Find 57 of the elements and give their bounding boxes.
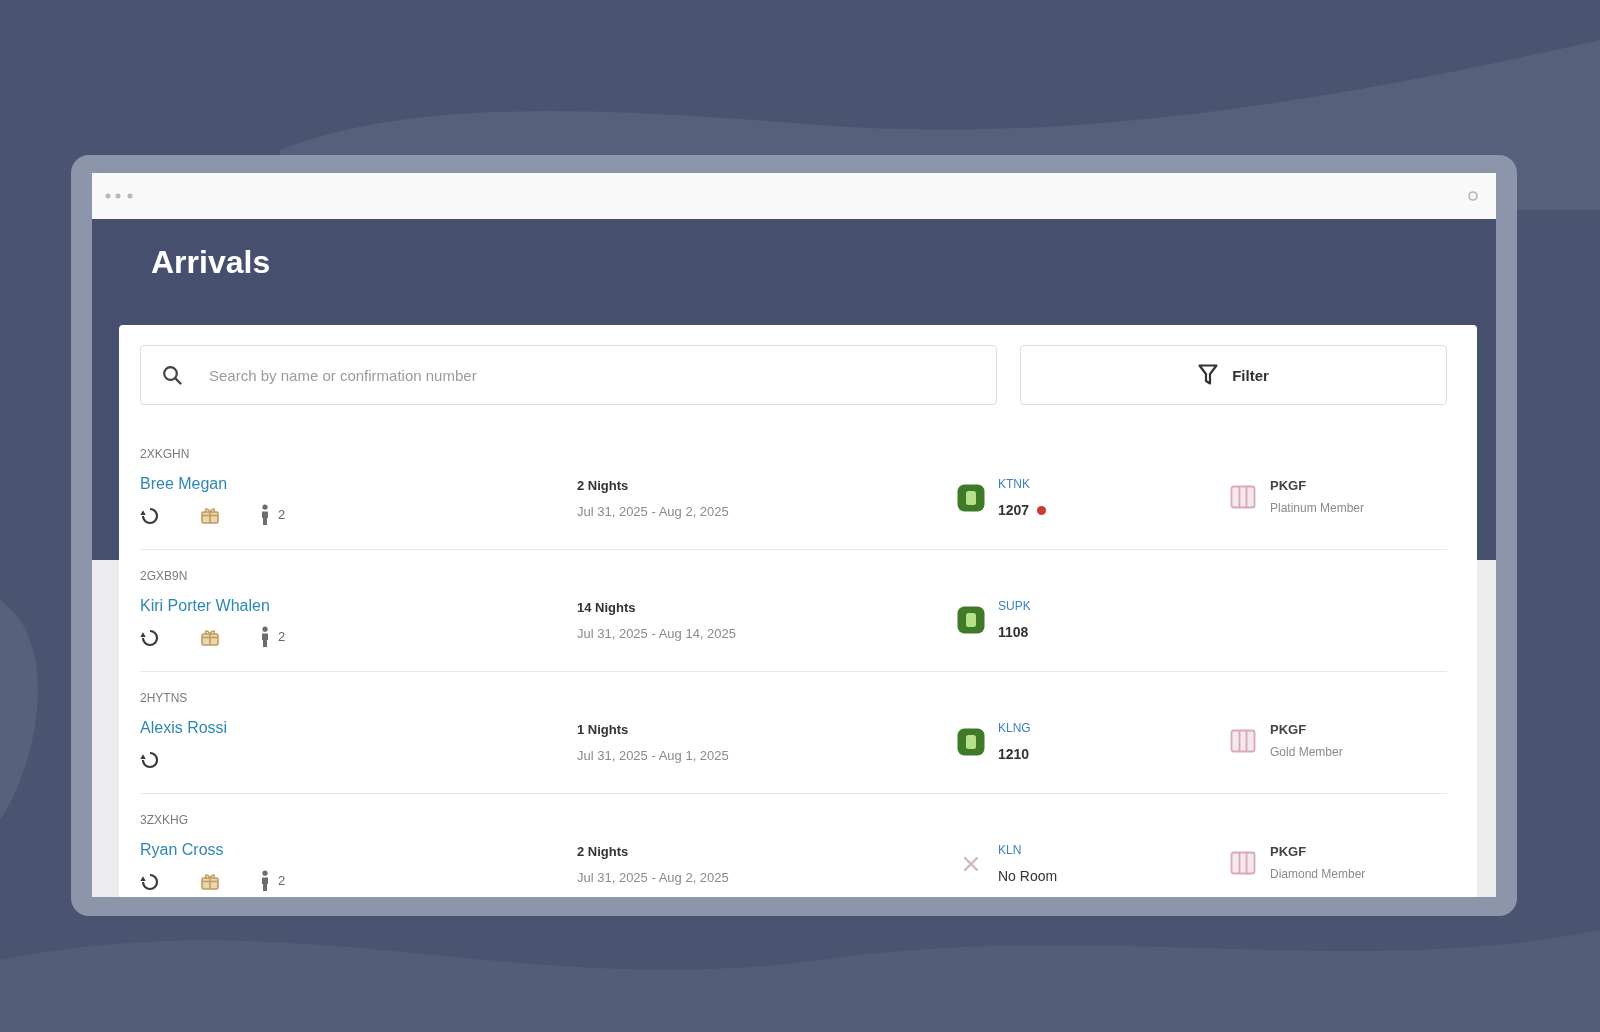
- room-type: KTNK: [998, 476, 1030, 492]
- gift-icon: [200, 505, 220, 525]
- confirmation-number: 2HYTNS: [140, 690, 188, 706]
- guest-name-link[interactable]: Ryan Cross: [140, 839, 224, 861]
- gift-icon: [200, 871, 220, 891]
- stay-dates: Jul 31, 2025 - Aug 2, 2025: [577, 503, 729, 521]
- cross-icon: [961, 854, 981, 874]
- guest-name-link[interactable]: Alexis Rossi: [140, 717, 228, 739]
- circle-icon[interactable]: [1468, 191, 1478, 201]
- room-number: 1210: [998, 745, 1030, 764]
- nights-count: 2 Nights: [577, 477, 629, 495]
- package-code: PKGF: [1270, 844, 1307, 860]
- membership-label: Diamond Member: [1270, 866, 1366, 882]
- confirmation-number: 3ZXKHG: [140, 812, 188, 828]
- room-number: 1207: [998, 501, 1030, 520]
- person-icon: [260, 626, 270, 648]
- filter-button[interactable]: Filter: [1020, 345, 1447, 405]
- page-title: Arrivals: [151, 243, 271, 281]
- person-icon: [260, 504, 270, 526]
- confirmation-number: 2GXB9N: [140, 568, 188, 584]
- room-type: KLNG: [998, 720, 1031, 736]
- search-icon: [162, 365, 182, 385]
- package-code: PKGF: [1270, 478, 1307, 494]
- rotate-arrow-icon: [140, 871, 160, 891]
- window-controls-icon: [105, 193, 135, 199]
- room-status-icon: [956, 605, 986, 635]
- membership-card-icon: [1230, 485, 1256, 509]
- guest-name-link[interactable]: Bree Megan: [140, 473, 228, 495]
- membership-card-icon: [1230, 851, 1256, 875]
- room-status-icon: [956, 727, 986, 757]
- confirmation-number: 2XKGHN: [140, 446, 190, 462]
- room-type: KLN: [998, 842, 1022, 858]
- room-number: 1108: [998, 623, 1029, 642]
- stay-dates: Jul 31, 2025 - Aug 14, 2025: [577, 625, 736, 643]
- nights-count: 1 Nights: [577, 721, 629, 739]
- guest-count: 2: [278, 507, 286, 523]
- package-code: PKGF: [1270, 722, 1307, 738]
- stay-dates: Jul 31, 2025 - Aug 1, 2025: [577, 747, 729, 765]
- person-icon: [260, 870, 270, 892]
- nights-count: 14 Nights: [577, 599, 636, 617]
- rotate-arrow-icon: [140, 627, 160, 647]
- guest-count: 2: [278, 873, 286, 889]
- guest-name-link[interactable]: Kiri Porter Whalen: [140, 595, 270, 617]
- search-field[interactable]: Search by name or confirmation number: [140, 345, 997, 405]
- rotate-arrow-icon: [140, 505, 160, 525]
- filter-icon: [1198, 364, 1219, 386]
- nights-count: 2 Nights: [577, 843, 629, 861]
- membership-label: Gold Member: [1270, 744, 1343, 760]
- room-number: No Room: [998, 867, 1058, 886]
- membership-card-icon: [1230, 729, 1256, 753]
- rotate-arrow-icon: [140, 749, 160, 769]
- room-status-icon: [956, 483, 986, 513]
- gift-icon: [200, 627, 220, 647]
- guest-count: 2: [278, 629, 286, 645]
- stay-dates: Jul 31, 2025 - Aug 2, 2025: [577, 869, 729, 887]
- membership-label: Platinum Member: [1270, 500, 1365, 516]
- room-type: SUPK: [998, 598, 1031, 614]
